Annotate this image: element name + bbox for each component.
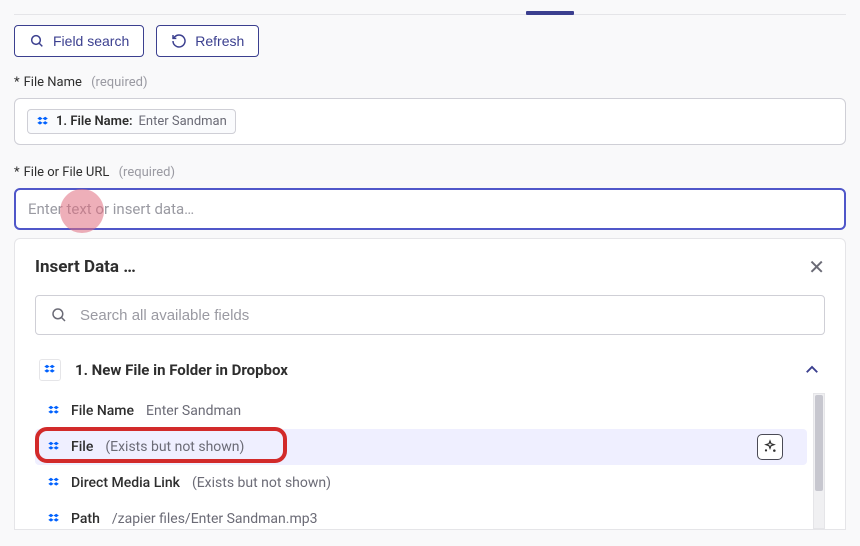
refresh-label: Refresh (195, 33, 244, 49)
file-url-input[interactable]: Enter text or insert data… (14, 188, 846, 230)
field-value: Enter Sandman (146, 403, 241, 419)
field-value: /zapier files/Enter Sandman.mp3 (112, 511, 318, 527)
file-name-input[interactable]: 1. File Name: Enter Sandman (14, 98, 846, 145)
file-name-label: *File Name (required) (14, 75, 846, 90)
search-fields-text[interactable] (80, 307, 810, 324)
scrollbar-thumb[interactable] (815, 395, 823, 491)
top-divider (14, 14, 846, 15)
search-icon (29, 33, 45, 49)
field-search-button[interactable]: Field search (14, 25, 144, 57)
required-text: (required) (91, 75, 147, 90)
field-value: (Exists but not shown) (105, 439, 244, 455)
data-source-title: 1. New File in Folder in Dropbox (75, 361, 789, 379)
ai-suggest-button[interactable] (757, 434, 783, 460)
file-name-field-block: *File Name (required) 1. File Name: Ente… (14, 75, 846, 145)
field-item-file[interactable]: File (Exists but not shown) (35, 429, 807, 465)
scrollbar[interactable] (813, 393, 825, 529)
field-item-file-name[interactable]: File Name Enter Sandman (35, 393, 807, 429)
dropbox-icon (47, 476, 61, 490)
required-asterisk: * (14, 75, 20, 90)
field-value: (Exists but not shown) (192, 475, 331, 491)
field-item-path[interactable]: Path /zapier files/Enter Sandman.mp3 (35, 501, 807, 529)
field-name: Direct Media Link (71, 475, 180, 491)
required-asterisk: * (14, 165, 20, 180)
panel-title: Insert Data … (35, 257, 136, 277)
field-name: Path (71, 511, 100, 527)
refresh-button[interactable]: Refresh (156, 25, 259, 57)
toolbar: Field search Refresh (14, 25, 846, 57)
file-url-label: *File or File URL (required) (14, 165, 846, 180)
chevron-up-icon[interactable] (803, 361, 821, 379)
pill-label: 1. File Name: (56, 114, 133, 129)
field-item-direct-media-link[interactable]: Direct Media Link (Exists but not shown) (35, 465, 807, 501)
refresh-icon (171, 33, 187, 49)
panel-header: Insert Data … ✕ (35, 257, 825, 277)
field-name: File Name (71, 403, 134, 419)
field-name: File (71, 439, 93, 455)
dropbox-icon (36, 115, 50, 129)
file-url-field-block: *File or File URL (required) Enter text … (14, 165, 846, 230)
data-source-header[interactable]: 1. New File in Folder in Dropbox (35, 355, 825, 393)
close-icon[interactable]: ✕ (808, 257, 825, 277)
dropbox-icon (39, 359, 61, 381)
search-icon (50, 306, 68, 324)
field-search-label: Field search (53, 33, 129, 49)
dropbox-icon (47, 404, 61, 418)
required-text: (required) (119, 165, 175, 180)
pill-value: Enter Sandman (139, 114, 227, 129)
active-tab-indicator (526, 11, 574, 15)
file-url-placeholder: Enter text or insert data… (28, 200, 194, 218)
file-name-pill[interactable]: 1. File Name: Enter Sandman (27, 109, 236, 134)
field-list: File Name Enter Sandman File (Exists but… (35, 393, 825, 529)
dropbox-icon (47, 512, 61, 526)
insert-data-panel: Insert Data … ✕ 1. New File in Folder in… (14, 238, 846, 530)
dropbox-icon (47, 440, 61, 454)
search-fields-input[interactable] (35, 295, 825, 335)
